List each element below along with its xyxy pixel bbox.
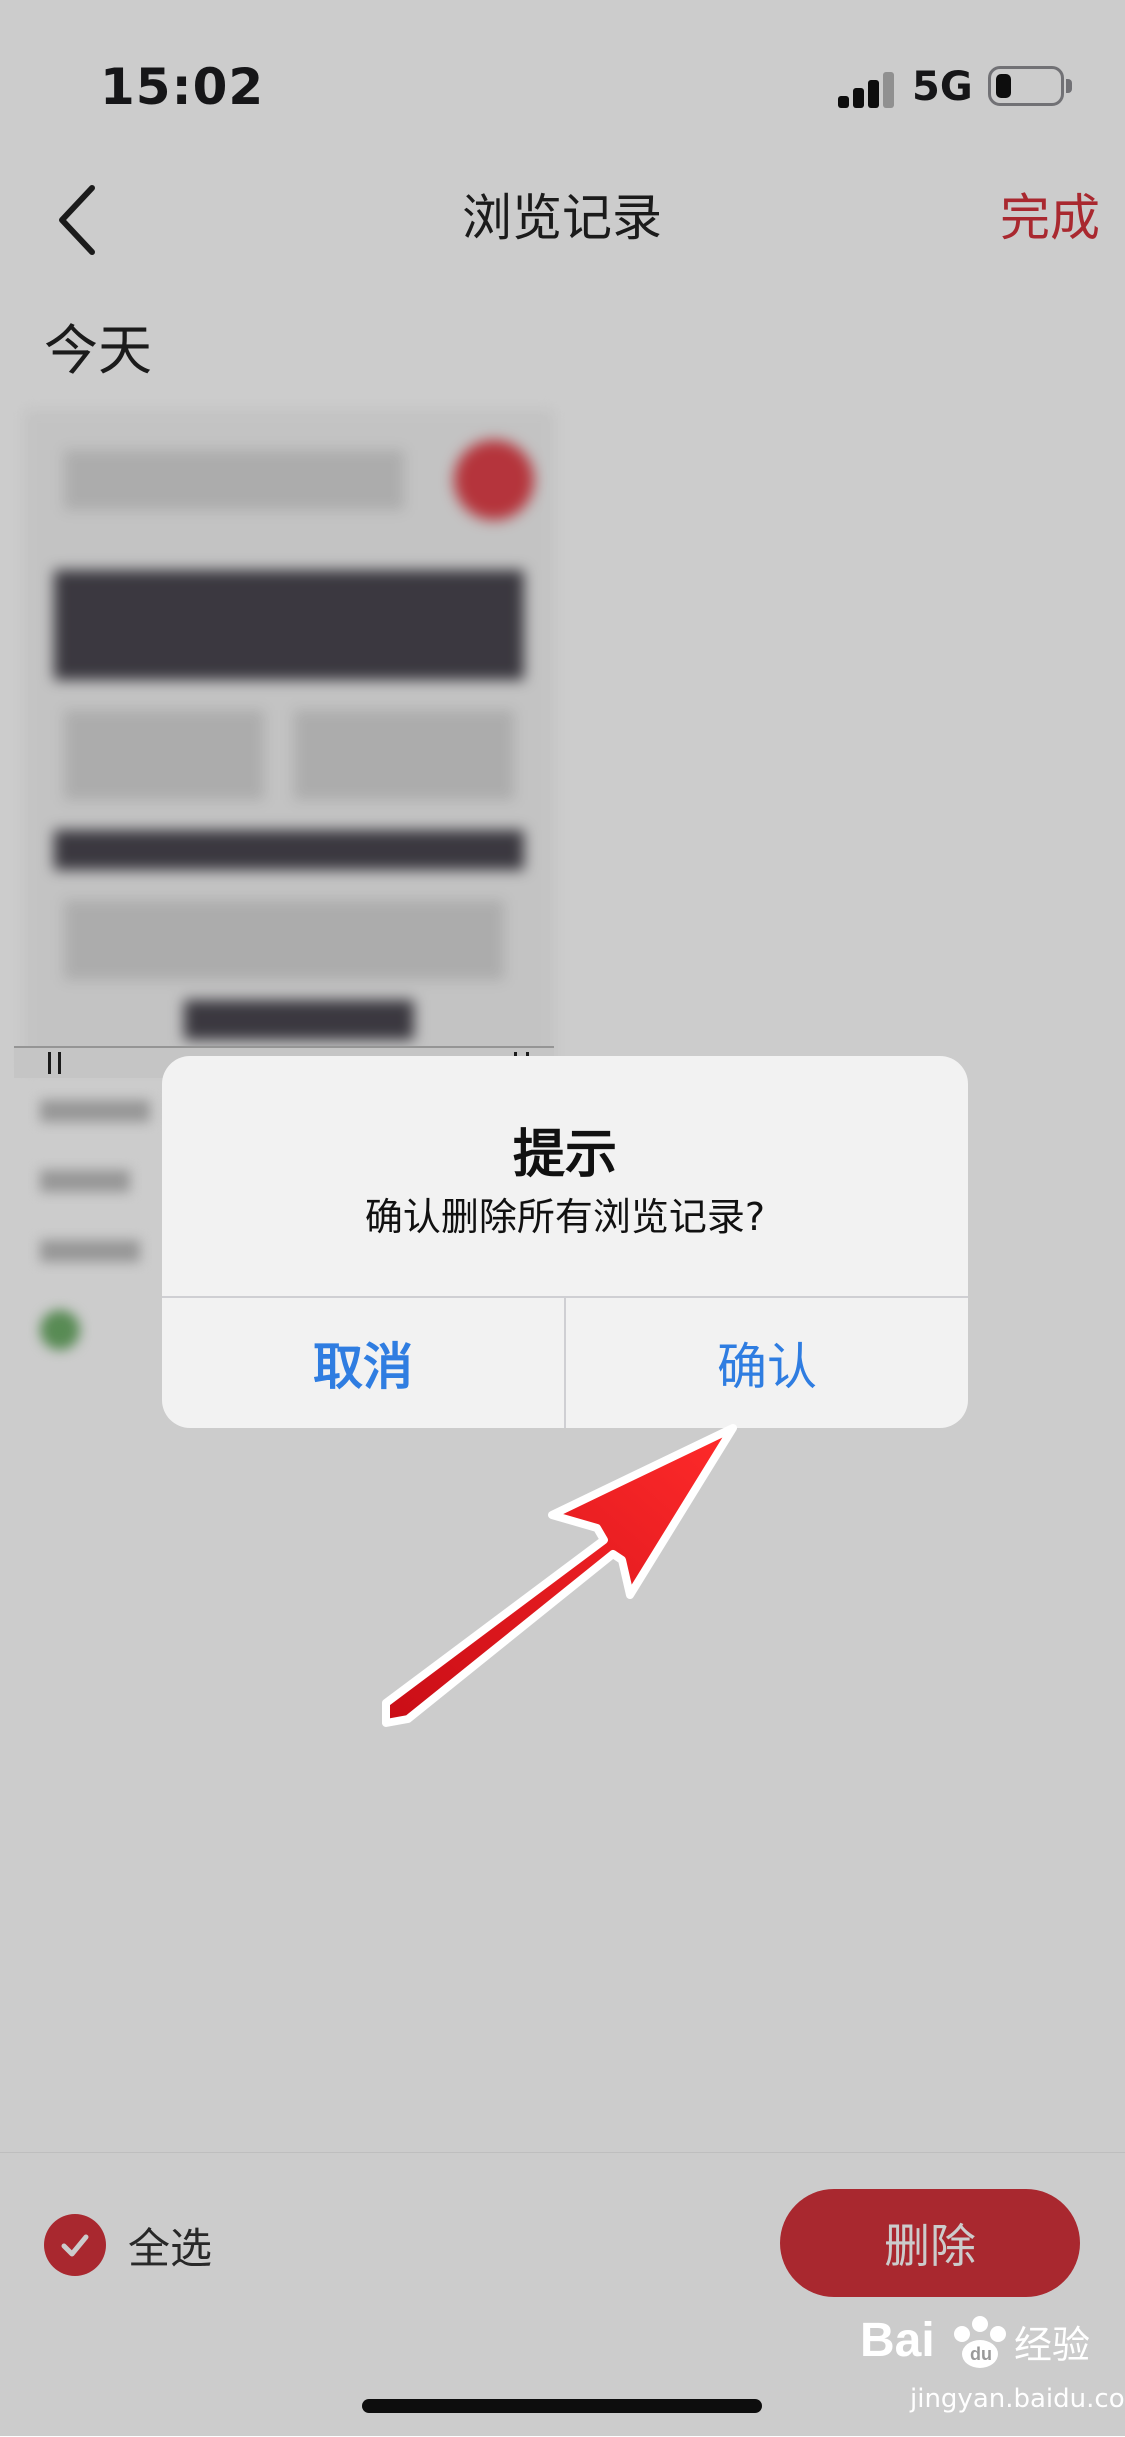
svg-text:du: du (970, 2344, 992, 2364)
alert-title: 提示 (512, 1125, 617, 1185)
alert-message: 确认删除所有浏览记录? (364, 1195, 766, 1239)
watermark-domain: jingyan.baidu.com (910, 2384, 1125, 2414)
cancel-button[interactable]: 取消 (162, 1298, 564, 1428)
confirm-button[interactable]: 确认 (566, 1298, 968, 1428)
svg-text:经验: 经验 (1014, 2323, 1090, 2367)
svg-text:Bai: Bai (860, 2314, 935, 2367)
alert-dialog: 提示 确认删除所有浏览记录? 取消 确认 (162, 1056, 968, 1428)
baidu-jingyan-watermark: Bai du 经验 jingyan.baidu.com (820, 2300, 1125, 2430)
baidu-logo-icon: Bai du 经验 (860, 2314, 1090, 2368)
